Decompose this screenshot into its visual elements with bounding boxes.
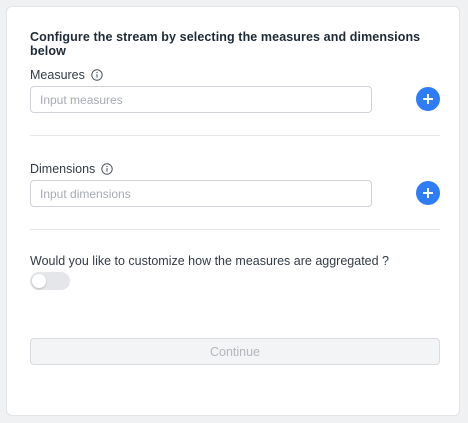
info-icon[interactable] bbox=[101, 163, 114, 175]
dimensions-input[interactable] bbox=[30, 180, 372, 207]
add-measure-button[interactable] bbox=[416, 87, 440, 111]
plus-icon bbox=[423, 188, 433, 198]
dimensions-label-row: Dimensions bbox=[30, 162, 114, 176]
aggregation-question: Would you like to customize how the meas… bbox=[30, 254, 389, 268]
measures-input[interactable] bbox=[30, 86, 372, 113]
stream-config-card: Configure the stream by selecting the me… bbox=[6, 6, 460, 416]
plus-icon bbox=[423, 94, 433, 104]
info-icon[interactable] bbox=[91, 69, 103, 81]
toggle-knob bbox=[32, 274, 46, 288]
section-divider bbox=[30, 229, 440, 230]
measures-label: Measures bbox=[30, 68, 85, 82]
card-heading: Configure the stream by selecting the me… bbox=[30, 30, 421, 58]
section-divider bbox=[30, 135, 440, 136]
measures-label-row: Measures bbox=[30, 68, 103, 82]
add-dimension-button[interactable] bbox=[416, 181, 440, 205]
aggregation-toggle[interactable] bbox=[30, 272, 70, 290]
continue-button[interactable]: Continue bbox=[30, 338, 440, 365]
dimensions-label: Dimensions bbox=[30, 162, 96, 176]
